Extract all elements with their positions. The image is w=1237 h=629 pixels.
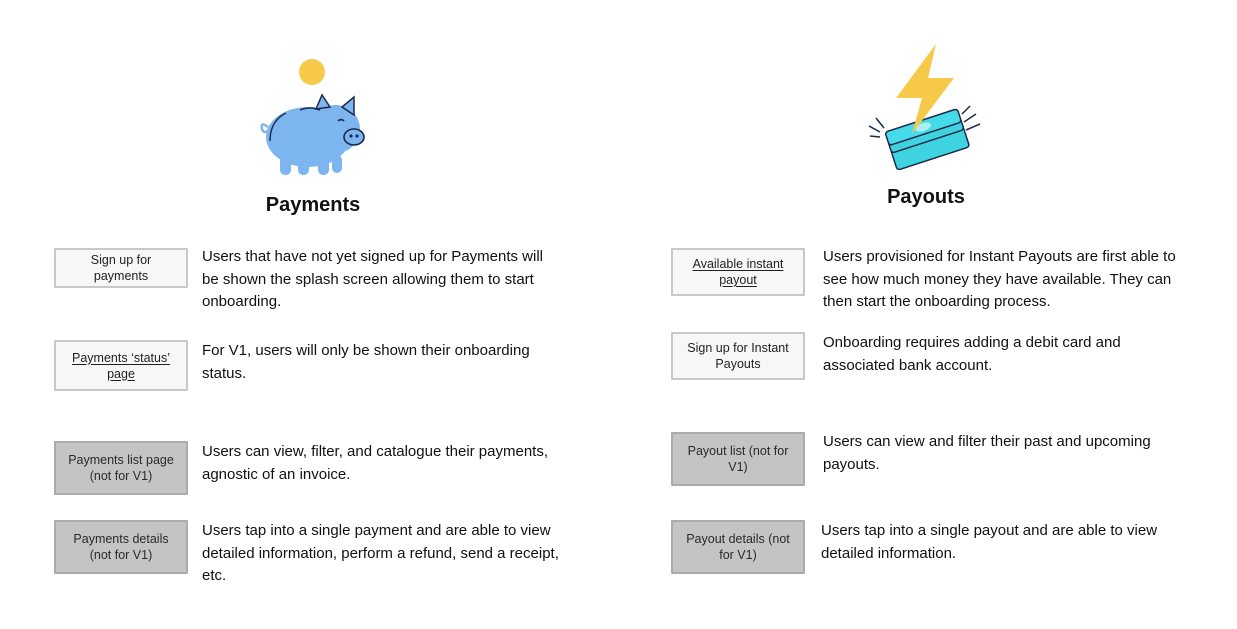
payments-title: Payments	[265, 194, 361, 216]
box-label: Payout details (not for V1)	[686, 532, 790, 562]
payments-details-description: Users tap into a single payment and are …	[202, 522, 559, 584]
box-label: Payments details (not for V1)	[73, 532, 169, 562]
box-label: Sign up for Instant Payouts	[687, 341, 789, 371]
box-label: Payments ‘status’ page	[72, 350, 170, 381]
box-label: Sign up for payments	[90, 253, 152, 283]
payouts-title: Payouts	[887, 186, 965, 208]
piggy-bank-icon	[260, 59, 365, 175]
sign-up-for-payments-box[interactable]: Sign up for payments	[54, 248, 188, 288]
payout-list-description: Users can view and filter their past and…	[823, 433, 1151, 473]
available-instant-payout-box[interactable]: Available instant payout	[671, 248, 805, 296]
payments-details-box[interactable]: Payments details (not for V1)	[54, 520, 188, 574]
available-instant-payout-description: Users provisioned for Instant Payouts ar…	[823, 248, 1176, 310]
sign-up-for-payments-description: Users that have not yet signed up for Pa…	[202, 248, 544, 310]
payments-list-page-description: Users can view, filter, and catalogue th…	[202, 443, 549, 483]
payments-list-page-box[interactable]: Payments list page (not for V1)	[54, 441, 188, 495]
payout-details-description: Users tap into a single payout and are a…	[821, 522, 1158, 562]
sign-up-for-instant-payouts-description: Onboarding requires adding a debit card …	[823, 334, 1121, 374]
box-label: Payout list (not for V1)	[687, 444, 789, 474]
payout-list-box[interactable]: Payout list (not for V1)	[671, 432, 805, 486]
lightning-cash-icon	[868, 44, 981, 170]
box-label: Available instant payout	[692, 257, 784, 287]
payout-details-box[interactable]: Payout details (not for V1)	[671, 520, 805, 574]
payments-status-page-box[interactable]: Payments ‘status’ page	[54, 340, 188, 391]
payments-status-page-description: For V1, users will only be shown their o…	[202, 342, 530, 382]
sign-up-for-instant-payouts-box[interactable]: Sign up for Instant Payouts	[671, 332, 805, 380]
box-label: Payments list page (not for V1)	[68, 453, 174, 483]
